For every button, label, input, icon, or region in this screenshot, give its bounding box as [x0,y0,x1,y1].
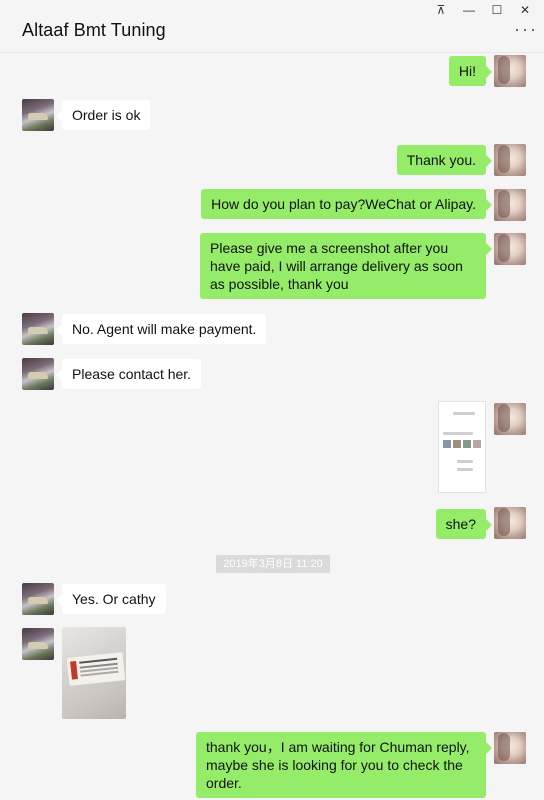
chat-window: Altaaf Bmt Tuning ⊼ — ☐ ✕ ··· Hi! Order … [0,0,544,800]
self-avatar-icon[interactable] [494,189,526,221]
contact-avatar-icon[interactable] [22,99,54,131]
self-avatar-icon[interactable] [494,144,526,176]
close-button[interactable]: ✕ [516,2,534,18]
maximize-button[interactable]: ☐ [488,2,506,18]
contact-avatar-icon[interactable] [22,628,54,660]
outgoing-message[interactable]: she? [435,509,493,539]
title-bar: Altaaf Bmt Tuning ⊼ — ☐ ✕ ··· [0,0,544,53]
outgoing-message[interactable]: Thank you. [396,145,493,175]
contact-avatar-icon[interactable] [22,358,54,390]
more-options-button[interactable]: ··· [514,20,538,38]
pin-icon[interactable]: ⊼ [432,2,450,18]
contact-avatar-icon[interactable] [22,313,54,345]
self-avatar-icon[interactable] [494,55,526,87]
incoming-message[interactable]: No. Agent will make payment. [55,314,267,344]
business-card-graphic [66,652,126,686]
outgoing-message[interactable]: How do you plan to pay?WeChat or Alipay. [201,189,492,219]
incoming-message[interactable]: Yes. Or cathy [56,584,166,614]
timestamp-divider: 2019年3月8日 11:20 [216,555,330,573]
minimize-button[interactable]: — [460,2,478,18]
incoming-message[interactable]: Please contact her. [55,359,202,389]
self-avatar-icon[interactable] [494,507,526,539]
incoming-photo-image[interactable] [62,627,126,719]
self-avatar-icon[interactable] [494,403,526,435]
incoming-message[interactable]: Order is ok [55,100,151,130]
contact-avatar-icon[interactable] [22,583,54,615]
message-list[interactable]: Hi! Order is ok Thank you. How do you pl… [0,53,544,800]
outgoing-message[interactable]: Hi! [448,56,493,86]
outgoing-message[interactable]: thank you，I am waiting for Chuman reply,… [196,732,492,798]
outgoing-message[interactable]: Please give me a screenshot after you ha… [200,233,492,299]
outgoing-screenshot-image[interactable] [438,401,486,493]
chat-title: Altaaf Bmt Tuning [22,20,166,40]
self-avatar-icon[interactable] [494,732,526,764]
self-avatar-icon[interactable] [494,233,526,265]
